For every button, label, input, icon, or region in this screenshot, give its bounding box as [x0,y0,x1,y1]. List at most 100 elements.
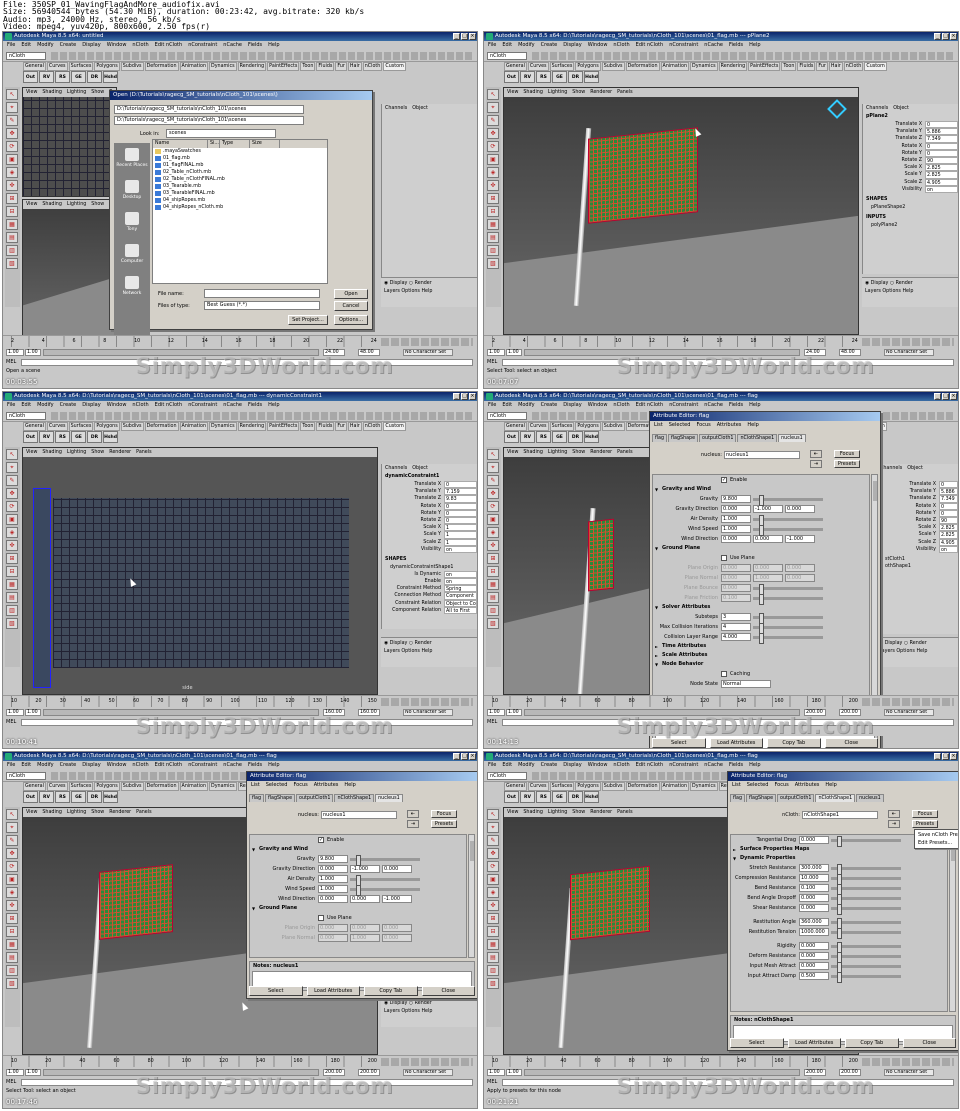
place-shortcut[interactable]: Desktop [114,175,150,207]
channel-value[interactable]: on [444,545,477,553]
channel-value[interactable]: 1 [444,538,477,546]
checkbox[interactable]: ✓ [318,837,324,843]
ae-tab[interactable]: outputCloth1 [296,794,334,802]
channel-value[interactable]: 0 [939,481,958,489]
focus-button[interactable]: Focus [431,810,457,818]
path-dropdown[interactable]: D:\Tutorials\ragecg_SM_tutorials\nCloth_… [114,105,304,114]
range-start-field[interactable]: 1.00 [506,709,522,716]
tool-icon[interactable]: ↖ [6,89,18,100]
menu-item[interactable]: File [488,41,496,50]
attribute-field[interactable]: 0.000 [799,904,829,912]
menu-set-dropdown[interactable]: nCloth [487,772,527,780]
channel-menu-item[interactable]: Channels [385,464,407,473]
ae-tab[interactable]: flag [652,434,668,442]
channel-row[interactable]: Scale Y 2.825 [877,531,958,539]
view-cube-icon[interactable] [827,99,847,119]
attribute-slider[interactable] [831,903,901,915]
viewport-menu-item[interactable]: View [507,88,518,97]
shelf-button[interactable]: Out [504,431,519,443]
tool-icon[interactable]: ▧ [6,258,18,269]
tool-icon[interactable]: ⊞ [487,193,499,204]
attribute-field[interactable]: -1.000 [785,535,815,543]
shelf-tab[interactable]: Dynamics [690,62,718,71]
attribute-slider[interactable] [831,893,901,905]
attribute-field[interactable]: 10.000 [799,874,829,882]
status-line-icons[interactable] [51,412,473,420]
channel-menu-item[interactable]: Object [412,464,428,473]
shelf-tab[interactable]: Curves [527,62,549,71]
tool-icon[interactable]: ✜ [487,180,499,191]
status-line-icons[interactable] [51,52,473,60]
viewport-menu-item[interactable]: Show [91,448,104,457]
shelf-tab[interactable]: PaintEffects [267,62,300,71]
shelf-tab[interactable]: Custom [383,422,406,431]
tool-icon[interactable]: ▥ [487,245,499,256]
place-shortcut[interactable]: Recent Places [114,143,150,175]
menu-item[interactable]: Fields [729,41,743,50]
menu-item[interactable]: Edit [502,401,512,410]
channel-value[interactable]: 5.886 [939,488,958,496]
attribute-slider[interactable] [753,583,823,595]
menu-item[interactable]: nCloth [132,401,148,410]
channel-value[interactable]: on [444,578,477,586]
channel-value[interactable]: 0 [444,509,477,517]
menu-item[interactable]: File [488,761,496,770]
channel-value[interactable]: 4.905 [925,178,958,186]
shelf-tab[interactable]: Polygons [94,782,120,791]
menu-item[interactable]: Display [563,41,581,50]
viewport[interactable]: View Shading Lighting Show Renderer Panels sid… [22,447,378,695]
shelf-button[interactable]: DR [568,71,583,83]
channel-value[interactable]: 0 [925,121,958,129]
attribute-field[interactable]: 1.000 [318,885,348,893]
shelf-tab[interactable]: Curves [46,422,68,431]
channel-row[interactable]: Constraint Method Spring [382,585,477,593]
shelf-tab[interactable]: Deformation [144,782,179,791]
channel-value[interactable]: 7.159 [444,488,477,496]
tool-icon[interactable]: ▤ [6,592,18,603]
attribute-field[interactable]: 0.000 [318,895,348,903]
attribute-slider[interactable] [831,971,901,983]
attribute-field[interactable]: 9.800 [318,855,348,863]
channel-row[interactable]: Visibility on [382,545,477,553]
channel-row[interactable]: Translate Y 5.886 [877,488,958,496]
channel-row[interactable]: Scale Z 4.905 [863,178,958,186]
viewport-menu-item[interactable]: Lighting [548,448,567,457]
menu-item[interactable]: nCache [704,41,723,50]
playback-controls[interactable] [381,1058,473,1066]
shelf-tab[interactable]: Rendering [237,62,267,71]
shelf-tab[interactable]: General [23,782,46,791]
shelf-button[interactable]: GE [552,791,567,803]
tool-icon[interactable]: ▣ [487,154,499,165]
file-item[interactable]: 04_shipRopes.mb [153,197,327,204]
attribute-field[interactable]: 4 [721,623,751,631]
ae-scrollbar[interactable] [468,834,475,958]
shelf-tab[interactable]: Dynamics [209,422,237,431]
open-button[interactable]: Open [334,289,368,299]
ae-menu-item[interactable]: Attributes [795,781,820,790]
shelf-tab[interactable]: PaintEffects [267,422,300,431]
attribute-slider[interactable] [753,524,823,536]
ae-tab[interactable]: nClothShape1 [737,434,778,442]
channel-menu-item[interactable]: Channels [385,104,407,113]
menu-item[interactable]: Edit [21,401,31,410]
channel-value[interactable]: 2.825 [925,171,958,179]
presets-button[interactable]: Presets [912,820,938,828]
tool-icon[interactable]: ✎ [6,115,18,126]
shelf-tab[interactable]: Fur [335,62,347,71]
menu-item[interactable]: nConstraint [669,401,698,410]
attribute-slider[interactable] [753,494,823,506]
section-gravity-and-wind[interactable]: Gravity and Wind [653,485,869,494]
menu-item[interactable]: Modify [37,401,54,410]
layer-menu-item[interactable]: Options [401,1009,420,1014]
attribute-field[interactable]: 9.800 [721,495,751,503]
menu-item[interactable]: Window [588,401,608,410]
shelf-tab[interactable]: General [23,62,46,71]
path-field[interactable]: D:\Tutorials\ragecg_SM_tutorials\nCloth_… [114,116,304,125]
object-name[interactable]: pPlane2 [863,113,958,121]
ae-tab[interactable]: flag [249,794,265,802]
menu-item[interactable]: Edit nCloth [636,401,664,410]
channel-value[interactable]: 2.825 [939,531,958,539]
viewport-menu-item[interactable]: Shading [523,448,543,457]
shelf-button[interactable]: RV [39,791,54,803]
column-header[interactable]: Name [153,140,208,148]
